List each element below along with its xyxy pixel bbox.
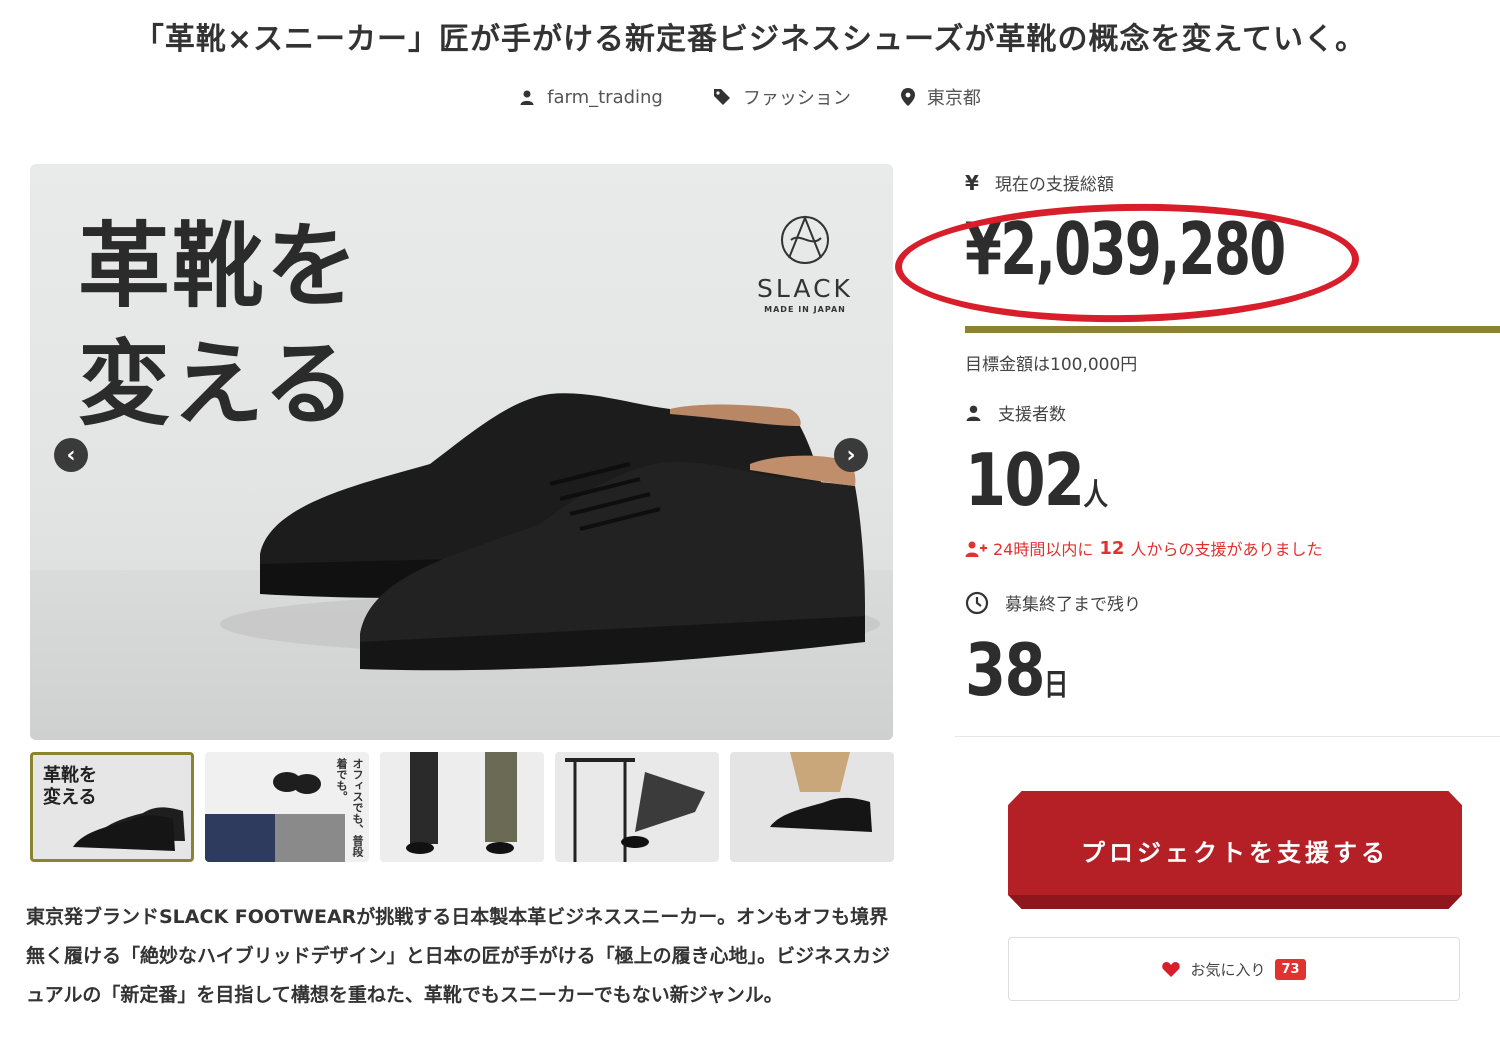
logo-sub-text: MADE IN JAPAN bbox=[764, 305, 846, 314]
support-project-button[interactable]: プロジェクトを支援する bbox=[1008, 791, 1462, 909]
user-icon bbox=[966, 405, 981, 421]
panel-divider bbox=[955, 736, 1500, 737]
clock-icon bbox=[965, 591, 989, 614]
favorite-button[interactable]: お気に入り 73 bbox=[1008, 937, 1460, 1001]
tag-icon bbox=[713, 89, 730, 105]
user-icon bbox=[520, 90, 534, 105]
progress-bar-fill bbox=[965, 326, 1500, 333]
total-label: 現在の支援総額 bbox=[994, 175, 1114, 195]
remaining-label-row: 募集終了まで残り bbox=[965, 590, 1141, 615]
owner-name: farm_trading bbox=[547, 86, 663, 108]
thumbnail-2[interactable]: オフィスでも、普段着でも。 bbox=[205, 752, 369, 862]
thumbnail-5-image bbox=[770, 752, 872, 832]
thumbnail-4-image bbox=[565, 758, 705, 862]
remaining-label: 募集終了まで残り bbox=[1005, 595, 1141, 615]
owner-link[interactable]: farm_trading bbox=[519, 84, 663, 110]
highlight-circle bbox=[894, 199, 1360, 327]
goal-text: 目標金額は100,000円 bbox=[965, 355, 1138, 375]
favorite-label: お気に入り bbox=[1190, 960, 1266, 979]
backers-label-row: 支援者数 bbox=[965, 400, 1066, 425]
logo-brand-text: SLACK bbox=[757, 274, 853, 303]
project-meta: farm_trading ファッション 東京都 bbox=[0, 84, 1500, 110]
heart-icon bbox=[1162, 962, 1181, 977]
thumbnail-4[interactable] bbox=[555, 752, 719, 862]
favorite-count-badge: 73 bbox=[1275, 958, 1306, 980]
page-title: 「革靴×スニーカー」匠が手がける新定番ビジネスシューズが革靴の概念を変えていく。 bbox=[133, 22, 1367, 57]
thumbnail-3[interactable] bbox=[380, 752, 544, 862]
thumbnail-2-text: オフィスでも、普段着でも。 bbox=[335, 758, 364, 857]
category-link[interactable]: ファッション bbox=[713, 84, 851, 110]
recent-suffix: 人からの支援がありました bbox=[1130, 540, 1323, 559]
backers-label: 支援者数 bbox=[998, 405, 1066, 425]
thumbnail-strip: 革靴を 変える オフィスでも、普段着でも。 bbox=[30, 752, 894, 862]
slack-logo-icon bbox=[781, 215, 829, 264]
remaining-days: 38 bbox=[965, 628, 1046, 712]
yen-icon: ¥ bbox=[965, 170, 979, 195]
thumbnail-1[interactable]: 革靴を 変える bbox=[30, 752, 194, 862]
remaining-unit: 日 bbox=[1043, 668, 1069, 703]
hero-headline-line2: 変える bbox=[78, 331, 358, 438]
carousel-prev-button[interactable]: ‹ bbox=[54, 438, 88, 472]
total-label-row: ¥ 現在の支援総額 bbox=[965, 170, 1500, 196]
thumbnail-5[interactable] bbox=[730, 752, 894, 862]
location-link[interactable]: 東京都 bbox=[900, 84, 981, 110]
main-image-carousel[interactable]: 革靴を 変える SLACK MADE IN JAPAN bbox=[30, 164, 893, 740]
thumbnail-1-image bbox=[73, 807, 185, 851]
progress-bar bbox=[965, 326, 1500, 333]
thumbnail-3-image bbox=[406, 752, 517, 854]
recent-count: 12 bbox=[1099, 537, 1125, 559]
brand-logo: SLACK MADE IN JAPAN bbox=[755, 214, 855, 314]
backers-count: 102 bbox=[965, 438, 1085, 522]
hero-headline: 革靴を 変える bbox=[78, 208, 438, 444]
remaining-days-row: 38日 bbox=[965, 628, 1068, 712]
backers-count-row: 102人 bbox=[965, 438, 1108, 522]
recent-prefix: 24時間以内に bbox=[993, 540, 1094, 559]
backers-unit: 人 bbox=[1083, 478, 1108, 513]
carousel-next-button[interactable]: › bbox=[834, 438, 868, 472]
map-pin-icon bbox=[900, 88, 915, 106]
location-name: 東京都 bbox=[926, 88, 981, 109]
project-description: 東京発ブランドSLACK FOOTWEARが挑戦する日本製本革ビジネススニーカー… bbox=[26, 906, 891, 1006]
funding-panel: ¥ 現在の支援総額 ¥2,039,280 目標金額は100,000円 支援者数 … bbox=[894, 170, 1500, 737]
category-name: ファッション bbox=[742, 88, 851, 109]
hero-headline-line1: 革靴を bbox=[78, 213, 361, 320]
user-plus-icon bbox=[965, 541, 987, 557]
recent-support-notice: 24時間以内に 12 人からの支援がありました bbox=[965, 536, 1322, 560]
